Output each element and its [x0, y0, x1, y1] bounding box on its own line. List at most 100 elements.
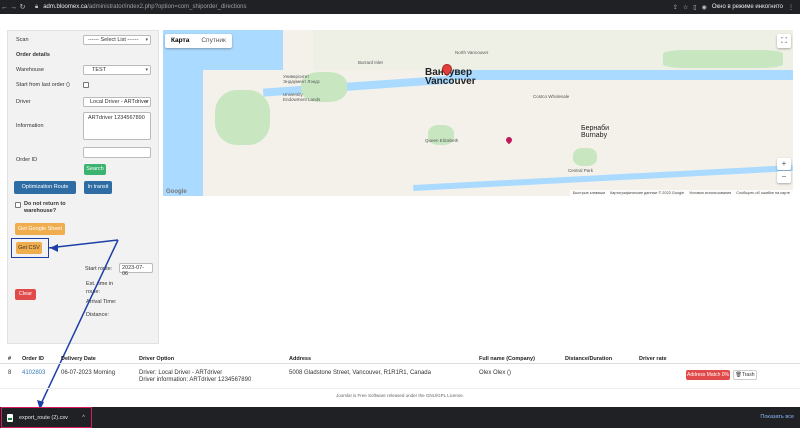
burnaby-ru: Бернаби: [581, 125, 610, 132]
tab-map[interactable]: Карта: [165, 34, 195, 48]
csv-highlight-box: [11, 238, 49, 258]
label-costco: Costco Wholesale: [533, 94, 570, 99]
order-id-label: Order ID: [16, 157, 38, 163]
table-row-divider: [0, 388, 800, 389]
incognito-icon: ◉: [701, 4, 707, 11]
warehouse-select[interactable]: TEST ▾: [83, 65, 151, 75]
route-map[interactable]: Карта Спутник ⛶ + − Ванкувер Vancouver Б…: [163, 30, 793, 196]
map-footer-data: Картографические данные © 2023 Google: [610, 191, 685, 195]
label-university: Университет Эндаумент Лэндс: [283, 74, 320, 84]
map-footer-shortcuts[interactable]: Быстрые клавиши: [573, 191, 605, 195]
scan-select[interactable]: ------ Select List ------ ▾: [83, 35, 151, 45]
warehouse-label: Warehouse: [16, 67, 44, 73]
order-id-input[interactable]: [83, 147, 151, 158]
col-driver-rate: Driver rate: [639, 356, 667, 362]
search-button[interactable]: Search: [84, 164, 106, 175]
driver-value: Local Driver - ARTdriver: [90, 99, 149, 105]
arrival-time-label: Arrival Time:: [86, 299, 117, 305]
browser-toolbar: ← → ↻ 🔒︎ adm.bloomex.ca/administrator/in…: [0, 0, 800, 14]
row-delivery-date: 06-07-2023 Morning: [61, 370, 116, 376]
url-path: /administrator/index2.php?option=com_shi…: [87, 4, 247, 10]
est-time-label: Est. time in route:: [86, 281, 114, 295]
col-full-name: Full name (Company): [479, 356, 535, 362]
start-route-input[interactable]: 2023-07-06: [119, 263, 153, 277]
forward-icon[interactable]: →: [9, 1, 18, 13]
chevron-up-icon[interactable]: ^: [82, 415, 85, 421]
route-control-panel: Scan ------ Select List ------ ▾ Order de…: [7, 30, 159, 344]
row-num: 8: [8, 370, 12, 376]
row-driver-line2: Driver information: ARTdriver 1234567890: [139, 377, 252, 383]
scan-select-value: ------ Select List ------: [88, 37, 139, 43]
show-all-downloads-link[interactable]: Показать все: [760, 414, 794, 420]
label-queen-elizabeth: Queen Elizabeth: [425, 138, 459, 143]
start-route-label: Start route:: [85, 266, 113, 272]
col-delivery-date: Delivery Date: [61, 356, 96, 362]
order-details-heading: Order details: [16, 52, 50, 58]
map-park-pacific: [215, 90, 270, 145]
row-driver-line1: Driver: Local Driver - ARTdriver: [139, 370, 223, 376]
star-icon[interactable]: ☆: [683, 4, 688, 11]
information-textarea[interactable]: ARTdriver 1234567890: [83, 112, 151, 140]
page-footer: Joomla! is Free Software released under …: [336, 393, 464, 398]
row-order-id[interactable]: 4102803: [22, 370, 45, 377]
warehouse-value: TEST: [92, 67, 107, 73]
csv-file-icon: [7, 413, 13, 422]
download-item[interactable]: export_route (2).csv ^: [1, 407, 92, 428]
map-footer-report[interactable]: Сообщить об ошибке на карте: [736, 191, 790, 195]
lock-icon: 🔒︎: [35, 3, 39, 10]
menu-icon[interactable]: ⋮: [788, 4, 794, 11]
burnaby-en: Burnaby: [581, 132, 608, 139]
download-bar: [0, 407, 800, 428]
trash-label: Trash: [741, 372, 755, 378]
google-sheet-button[interactable]: Get Google Sheet: [15, 223, 65, 235]
share-icon[interactable]: ⇪: [673, 4, 678, 11]
label-central-park: Central Park: [568, 168, 594, 173]
chevron-down-icon: ▾: [145, 99, 148, 105]
table-header-divider: [0, 363, 800, 364]
download-filename: export_route (2).csv: [19, 414, 68, 421]
in-transit-button[interactable]: In transit: [84, 181, 112, 194]
google-logo: Google: [166, 189, 187, 195]
reload-icon[interactable]: ↻: [18, 1, 27, 13]
tab-satellite[interactable]: Спутник: [195, 34, 232, 48]
label-burrard: Burrard Inlet: [358, 60, 383, 65]
col-distance: Distance/Duration: [565, 356, 613, 362]
row-full-name: Olex Olex (): [479, 370, 512, 376]
start-from-last-label: Start from last order (): [16, 82, 70, 88]
chevron-down-icon: ▾: [145, 67, 148, 73]
do-not-return-checkbox[interactable]: [15, 202, 21, 208]
trash-button[interactable]: 🗑︎Trash: [733, 370, 757, 380]
url-host: adm.bloomex.ca: [43, 4, 88, 10]
address-match-button[interactable]: Address Match 0%: [686, 370, 730, 380]
col-order-id: Order ID: [22, 356, 45, 362]
clear-button[interactable]: Clear: [15, 289, 36, 300]
col-driver-option: Driver Option: [139, 356, 175, 362]
zoom-out-button[interactable]: −: [777, 171, 791, 183]
distance-label: Distance:: [86, 312, 109, 318]
zoom-in-button[interactable]: +: [777, 158, 791, 170]
do-not-return-label: Do not return to warehouse?: [24, 201, 66, 214]
address-bar[interactable]: adm.bloomex.ca/administrator/index2.php?…: [43, 4, 246, 10]
col-address: Address: [289, 356, 312, 362]
map-footer-terms[interactable]: Условия использования: [689, 191, 731, 195]
row-address: 5008 Gladstone Street, Vancouver, R1R1R1…: [289, 370, 431, 376]
chevron-down-icon: ▾: [145, 37, 148, 43]
map-park-north: [663, 50, 783, 68]
label-north-van: North Vancouver: [455, 50, 489, 55]
optimization-route-button[interactable]: Optimization Route: [14, 181, 76, 194]
driver-select[interactable]: Local Driver - ARTdriver ▾: [83, 97, 151, 107]
scan-label: Scan: [16, 37, 29, 43]
map-type-tabs: Карта Спутник: [165, 34, 232, 48]
information-label: Information: [16, 123, 44, 129]
start-from-last-checkbox[interactable]: [83, 82, 89, 88]
sidepanel-icon[interactable]: ▯: [693, 4, 696, 11]
map-park-central: [573, 148, 597, 166]
back-icon[interactable]: ←: [0, 1, 9, 13]
incognito-label: Окно в режиме инкогнито: [711, 4, 783, 10]
map-footer: Быстрые клавиши Картографические данные …: [569, 190, 793, 196]
city-label-burnaby: Бернаби Burnaby: [581, 125, 609, 139]
city-en: Vancouver: [425, 76, 476, 87]
fullscreen-icon[interactable]: ⛶: [777, 34, 791, 48]
col-num: #: [8, 356, 12, 362]
driver-label: Driver: [16, 99, 31, 105]
